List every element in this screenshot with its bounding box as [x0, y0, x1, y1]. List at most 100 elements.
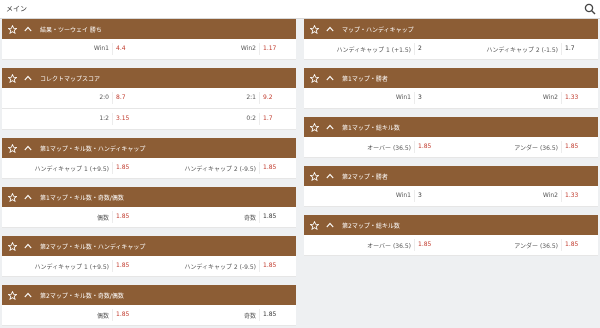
odds-value[interactable]: 1.85: [565, 143, 578, 150]
odds-value[interactable]: 1.17: [263, 45, 276, 52]
market-header[interactable]: 第2マップ・総キル数: [304, 215, 598, 235]
odds-cell[interactable]: ハンディキャップ 2 (-9.5) 1.85: [149, 256, 296, 276]
odds-cell[interactable]: 奇数 1.85: [149, 305, 296, 325]
odds-cell[interactable]: Win1 3: [304, 186, 451, 206]
star-icon[interactable]: [310, 73, 319, 83]
market-title: 第1マップ・キル数・奇数/偶数: [40, 194, 124, 202]
market-header[interactable]: 第1マップ・勝者: [304, 68, 598, 88]
divider: [561, 239, 562, 251]
chevron-up-icon[interactable]: [24, 243, 32, 249]
odds-value[interactable]: 1.85: [263, 262, 276, 269]
market-header[interactable]: マップ・ハンディキャップ: [304, 19, 598, 39]
market-header[interactable]: コレクトマップスコア: [2, 68, 296, 88]
right-market-column: マップ・ハンディキャップ ハンディキャップ 1 (+1.5) 2 ハンディキャップ 2…: [304, 19, 598, 256]
odds-label: オーバー (36.5): [367, 243, 411, 250]
divider: [259, 309, 260, 321]
chevron-up-icon[interactable]: [326, 124, 334, 130]
odds-value[interactable]: 9.2: [263, 94, 273, 101]
odds-row: Win1 3 Win2 1.33: [304, 186, 598, 207]
odds-cell[interactable]: 0:2 1.7: [149, 109, 296, 129]
odds-cell[interactable]: 奇数 1.85: [149, 207, 296, 227]
chevron-up-icon[interactable]: [24, 292, 32, 298]
odds-value[interactable]: 1.33: [565, 94, 578, 101]
market-header[interactable]: 第1マップ・キル数・ハンディキャップ: [2, 138, 296, 158]
star-icon[interactable]: [8, 73, 17, 83]
odds-cell[interactable]: 偶数 1.85: [2, 207, 149, 227]
odds-value[interactable]: 1.85: [263, 213, 276, 220]
star-icon[interactable]: [8, 192, 17, 202]
chevron-up-icon[interactable]: [24, 194, 32, 200]
star-icon[interactable]: [310, 24, 319, 34]
market-header[interactable]: 第1マップ・総キル数: [304, 117, 598, 137]
odds-cell[interactable]: ハンディキャップ 1 (+9.5) 1.85: [2, 256, 149, 276]
odds-cell[interactable]: 1:2 3.15: [2, 109, 149, 129]
chevron-up-icon[interactable]: [326, 75, 334, 81]
odds-value[interactable]: 1.7: [565, 45, 575, 52]
odds-cell[interactable]: 2:0 8.7: [2, 88, 149, 108]
odds-value[interactable]: 1.85: [418, 143, 431, 150]
star-icon[interactable]: [310, 122, 319, 132]
odds-value[interactable]: 1.85: [263, 164, 276, 171]
star-icon[interactable]: [8, 24, 17, 34]
odds-cell[interactable]: Win2 1.33: [451, 88, 598, 108]
odds-cell[interactable]: 2:1 9.2: [149, 88, 296, 108]
chevron-up-icon[interactable]: [24, 26, 32, 32]
divider: [414, 43, 415, 55]
odds-value[interactable]: 1.85: [418, 241, 431, 248]
market-header[interactable]: 結果・ツーウェイ 勝ち: [2, 19, 296, 39]
odds-cell[interactable]: ハンディキャップ 1 (+1.5) 2: [304, 39, 451, 59]
odds-value[interactable]: 1.85: [116, 262, 129, 269]
odds-cell[interactable]: Win2 1.33: [451, 186, 598, 206]
odds-value[interactable]: 2: [418, 45, 422, 52]
chevron-up-icon[interactable]: [326, 26, 334, 32]
odds-value[interactable]: 3: [418, 192, 422, 199]
odds-label: 奇数: [243, 215, 256, 222]
chevron-up-icon[interactable]: [326, 173, 334, 179]
divider: [414, 92, 415, 104]
divider: [259, 260, 260, 272]
odds-value[interactable]: 1.7: [263, 115, 273, 122]
odds-cell[interactable]: ハンディキャップ 1 (+9.5) 1.85: [2, 158, 149, 178]
market-block: 第2マップ・総キル数 オーバー (36.5) 1.85 アンダー (36.5) 1.85: [304, 215, 598, 256]
divider: [259, 43, 260, 55]
odds-cell[interactable]: アンダー (36.5) 1.85: [451, 235, 598, 255]
star-icon[interactable]: [310, 220, 319, 230]
odds-label: Win1: [395, 192, 411, 199]
market-header[interactable]: 第2マップ・キル数・ハンディキャップ: [2, 236, 296, 256]
odds-cell[interactable]: Win1 3: [304, 88, 451, 108]
odds-value[interactable]: 4.4: [116, 45, 126, 52]
chevron-up-icon[interactable]: [24, 145, 32, 151]
chevron-up-icon[interactable]: [326, 222, 334, 228]
market-header[interactable]: 第1マップ・キル数・奇数/偶数: [2, 187, 296, 207]
odds-cell[interactable]: オーバー (36.5) 1.85: [304, 235, 451, 255]
market-title: 第2マップ・キル数・奇数/偶数: [40, 292, 124, 300]
search-icon[interactable]: [584, 3, 596, 15]
market-title: 第1マップ・勝者: [342, 75, 388, 83]
star-icon[interactable]: [8, 290, 17, 300]
odds-label: 0:2: [246, 115, 256, 122]
odds-value[interactable]: 8.7: [116, 94, 126, 101]
star-icon[interactable]: [8, 241, 17, 251]
odds-value[interactable]: 3.15: [116, 115, 129, 122]
star-icon[interactable]: [310, 171, 319, 181]
market-header[interactable]: 第2マップ・勝者: [304, 166, 598, 186]
star-icon[interactable]: [8, 143, 17, 153]
odds-value[interactable]: 3: [418, 94, 422, 101]
odds-value[interactable]: 1.85: [263, 311, 276, 318]
odds-cell[interactable]: Win1 4.4: [2, 39, 149, 59]
odds-cell[interactable]: Win2 1.17: [149, 39, 296, 59]
odds-value[interactable]: 1.33: [565, 192, 578, 199]
odds-value[interactable]: 1.85: [116, 213, 129, 220]
odds-cell[interactable]: オーバー (36.5) 1.85: [304, 137, 451, 157]
odds-value[interactable]: 1.85: [116, 164, 129, 171]
odds-cell[interactable]: ハンディキャップ 2 (-1.5) 1.7: [451, 39, 598, 59]
divider: [112, 92, 113, 104]
chevron-up-icon[interactable]: [24, 75, 32, 81]
market-header[interactable]: 第2マップ・キル数・奇数/偶数: [2, 285, 296, 305]
odds-value[interactable]: 1.85: [565, 241, 578, 248]
odds-cell[interactable]: 偶数 1.85: [2, 305, 149, 325]
odds-value[interactable]: 1.85: [116, 311, 129, 318]
odds-cell[interactable]: ハンディキャップ 2 (-9.5) 1.85: [149, 158, 296, 178]
odds-cell[interactable]: アンダー (36.5) 1.85: [451, 137, 598, 157]
market-title: 結果・ツーウェイ 勝ち: [40, 26, 102, 34]
